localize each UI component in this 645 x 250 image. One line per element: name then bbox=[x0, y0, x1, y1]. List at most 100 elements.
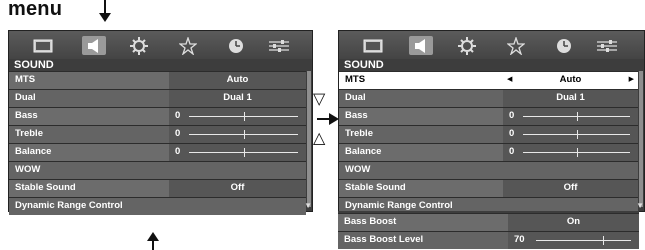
slider-control[interactable]: 0 bbox=[169, 126, 306, 143]
sound-menu-extension: Bass Boost On Bass Boost Level 70 bbox=[338, 211, 639, 249]
option-value-text: On bbox=[566, 216, 581, 227]
slider-value: 0 bbox=[175, 110, 181, 121]
row-label: WOW bbox=[15, 164, 41, 175]
timer-icon[interactable] bbox=[552, 36, 576, 55]
menu-row-stable-sound[interactable]: Stable Sound Off bbox=[339, 179, 638, 197]
row-label: Bass bbox=[15, 110, 38, 121]
slider-control[interactable]: 0 bbox=[169, 144, 306, 161]
slider-value: 0 bbox=[509, 128, 515, 139]
arrow-up-bottom bbox=[147, 232, 159, 250]
arrow-down-top bbox=[99, 0, 111, 22]
row-label: Dynamic Range Control bbox=[345, 200, 453, 211]
slider-track[interactable] bbox=[536, 240, 631, 241]
slider-control[interactable]: 0 bbox=[503, 144, 638, 161]
menu-row-bass[interactable]: Bass 0 bbox=[9, 107, 306, 125]
menu-row-balance[interactable]: Balance 0 bbox=[9, 143, 306, 161]
row-label: Balance bbox=[345, 146, 382, 157]
menu-row-bass-boost[interactable]: Bass Boost On bbox=[338, 213, 639, 231]
menu-rows: MTS Auto ◀ ▶ Dual Dual 1 Bass 0 Treble 0 Balance 0 W… bbox=[339, 71, 638, 215]
row-label: Bass Boost bbox=[344, 216, 397, 227]
up-symbol: △ bbox=[313, 130, 326, 147]
timer-icon[interactable] bbox=[224, 36, 248, 55]
menu-row-treble[interactable]: Treble 0 bbox=[339, 125, 638, 143]
slider-value: 70 bbox=[514, 234, 525, 245]
scrollbar[interactable] bbox=[307, 71, 311, 207]
row-label: Dynamic Range Control bbox=[15, 200, 123, 211]
menu-caption: menu bbox=[8, 0, 63, 20]
row-label: Bass bbox=[345, 110, 368, 121]
row-label: Treble bbox=[15, 128, 43, 139]
arrow-right bbox=[317, 113, 339, 125]
slider-knob[interactable] bbox=[244, 112, 245, 121]
menu-rows: MTS Auto Dual Dual 1 Bass 0 Treble 0 Balance 0 WOW… bbox=[9, 71, 306, 215]
picture-icon[interactable] bbox=[31, 36, 55, 55]
option-value[interactable]: Auto ◀ ▶ bbox=[503, 72, 638, 89]
menu-row-wow[interactable]: WOW bbox=[9, 161, 306, 179]
setup-icon[interactable] bbox=[127, 36, 151, 55]
option-value-text: Dual 1 bbox=[556, 92, 585, 103]
extension-rows: Bass Boost On Bass Boost Level 70 bbox=[338, 213, 639, 249]
row-label: Dual bbox=[345, 92, 366, 103]
section-title: SOUND bbox=[344, 59, 384, 71]
slider-knob[interactable] bbox=[577, 130, 578, 139]
slider-knob[interactable] bbox=[577, 112, 578, 121]
slider-control[interactable]: 0 bbox=[503, 126, 638, 143]
menu-row-dual[interactable]: Dual Dual 1 bbox=[339, 89, 638, 107]
option-value-text: Auto bbox=[559, 74, 582, 85]
slider-knob[interactable] bbox=[577, 148, 578, 157]
sound-menu-left: SOUND MTS Auto Dual Dual 1 Bass 0 Treble 0 Balan… bbox=[8, 30, 313, 215]
row-label: Bass Boost Level bbox=[344, 234, 424, 245]
slider-value: 0 bbox=[509, 110, 515, 121]
adjust-icon[interactable] bbox=[267, 36, 291, 55]
option-value[interactable]: Dual 1 bbox=[503, 90, 638, 107]
setup-icon[interactable] bbox=[455, 36, 479, 55]
adjust-icon[interactable] bbox=[595, 36, 619, 55]
option-value[interactable]: On bbox=[508, 214, 639, 231]
sound-menu-right: SOUND MTS Auto ◀ ▶ Dual Dual 1 Bass 0 Treble 0 Bal… bbox=[338, 30, 645, 215]
option-value-text: Dual 1 bbox=[223, 92, 252, 103]
row-label: Stable Sound bbox=[15, 182, 76, 193]
row-label: MTS bbox=[345, 74, 366, 85]
sound-icon[interactable] bbox=[82, 36, 106, 55]
option-value[interactable]: Auto bbox=[169, 72, 306, 89]
menu-row-dual[interactable]: Dual Dual 1 bbox=[9, 89, 306, 107]
slider-value: 0 bbox=[175, 128, 181, 139]
caret-left-icon[interactable]: ◀ bbox=[507, 75, 512, 83]
scrollbar[interactable] bbox=[639, 71, 643, 207]
option-value-text: Off bbox=[563, 182, 578, 193]
menu-row-mts[interactable]: MTS Auto bbox=[9, 71, 306, 89]
menu-row-mts[interactable]: MTS Auto ◀ ▶ bbox=[339, 71, 638, 89]
feature-icon[interactable] bbox=[176, 36, 200, 55]
slider-control[interactable]: 0 bbox=[169, 108, 306, 125]
row-label: WOW bbox=[345, 164, 371, 175]
option-value[interactable]: Off bbox=[503, 180, 638, 197]
icon-bar bbox=[339, 31, 644, 59]
scroll-down-icon[interactable]: ▼ bbox=[304, 201, 312, 210]
slider-value: 0 bbox=[509, 146, 515, 157]
slider-knob[interactable] bbox=[244, 130, 245, 139]
option-value-text: Off bbox=[230, 182, 245, 193]
menu-row-balance[interactable]: Balance 0 bbox=[339, 143, 638, 161]
slider-control[interactable]: 70 bbox=[508, 232, 639, 249]
menu-row-wow[interactable]: WOW bbox=[339, 161, 638, 179]
menu-row-treble[interactable]: Treble 0 bbox=[9, 125, 306, 143]
row-label: Balance bbox=[15, 146, 52, 157]
menu-row-stable-sound[interactable]: Stable Sound Off bbox=[9, 179, 306, 197]
caret-right-icon[interactable]: ▶ bbox=[629, 75, 634, 83]
down-symbol: ▽ bbox=[313, 91, 326, 108]
menu-row-bass[interactable]: Bass 0 bbox=[339, 107, 638, 125]
option-value[interactable]: Off bbox=[169, 180, 306, 197]
row-label: Stable Sound bbox=[345, 182, 406, 193]
scroll-down-icon[interactable]: ▼ bbox=[636, 201, 644, 210]
picture-icon[interactable] bbox=[361, 36, 385, 55]
sound-icon[interactable] bbox=[409, 36, 433, 55]
feature-icon[interactable] bbox=[504, 36, 528, 55]
option-value-text: Auto bbox=[226, 74, 249, 85]
row-label: MTS bbox=[15, 74, 36, 85]
menu-row-dynamic-range-control[interactable]: Dynamic Range Control bbox=[9, 197, 306, 215]
option-value[interactable]: Dual 1 bbox=[169, 90, 306, 107]
slider-knob[interactable] bbox=[603, 236, 604, 245]
menu-row-bass-boost-level[interactable]: Bass Boost Level 70 bbox=[338, 231, 639, 249]
slider-knob[interactable] bbox=[244, 148, 245, 157]
slider-control[interactable]: 0 bbox=[503, 108, 638, 125]
